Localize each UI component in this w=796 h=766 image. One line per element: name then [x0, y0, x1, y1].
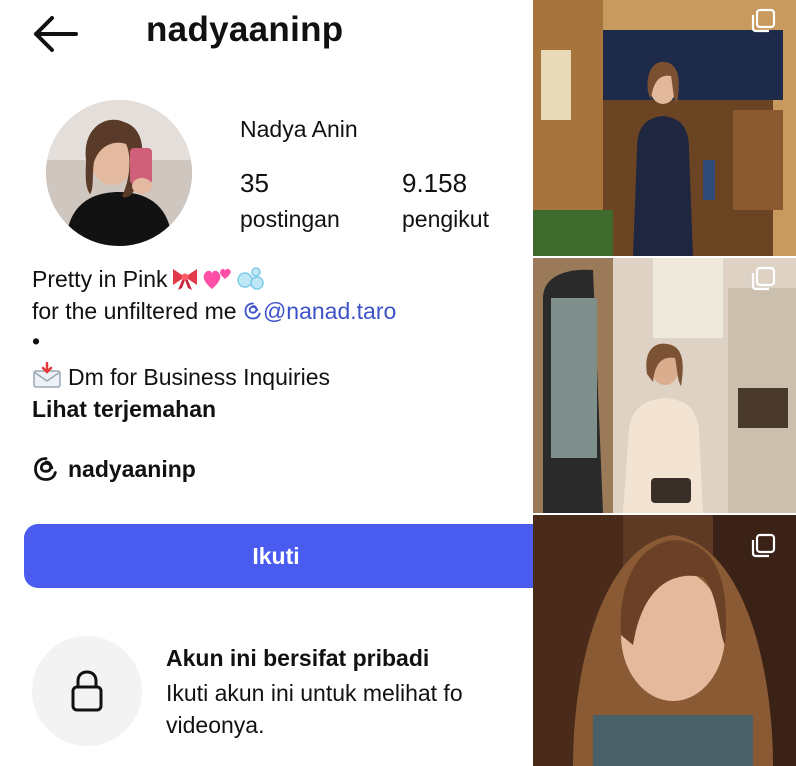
follow-button-label: Ikuti — [252, 542, 300, 569]
avatar[interactable] — [46, 100, 192, 246]
threads-profile-link[interactable]: nadyaaninp — [32, 453, 196, 485]
bubbles-emoji — [236, 266, 266, 290]
bio-line-2: for the unfiltered me @nanad.taro — [32, 298, 396, 325]
envelope-emoji — [32, 362, 62, 388]
private-account-description-2: videonya. — [166, 712, 265, 738]
two-hearts-emoji — [202, 266, 234, 290]
page-title: nadyaaninp — [146, 10, 344, 49]
see-translation-link[interactable]: Lihat terjemahan — [32, 396, 216, 423]
posts-label[interactable]: postingan — [240, 206, 340, 233]
multiple-posts-icon — [751, 266, 776, 291]
followers-count[interactable]: 9.158 — [402, 168, 467, 199]
ribbon-emoji — [170, 266, 200, 290]
display-name: Nadya Anin — [240, 116, 358, 142]
threads-icon — [34, 457, 57, 481]
bio-text: for the unfiltered me — [32, 298, 243, 324]
followers-label[interactable]: pengikut — [402, 206, 489, 233]
threads-icon — [244, 302, 261, 320]
bio-line-3: • — [32, 328, 41, 354]
multiple-posts-icon — [751, 8, 776, 33]
bio-line-1: Pretty in Pink — [32, 266, 266, 293]
private-account-title: Akun ini bersifat pribadi — [166, 645, 430, 671]
photo-restaurant-entrance — [533, 0, 796, 256]
photo-tile-2[interactable] — [533, 258, 796, 513]
arrow-left-icon — [34, 16, 78, 52]
mention-text[interactable]: @nanad.taro — [263, 298, 396, 324]
bio-text: Dm for Business Inquiries — [68, 364, 331, 390]
lock-icon — [71, 670, 103, 712]
photo-tile-1[interactable] — [533, 0, 796, 256]
threads-handle: nadyaaninp — [68, 455, 196, 482]
follow-button[interactable]: Ikuti — [24, 524, 533, 588]
mention-link[interactable]: @nanad.taro — [243, 298, 396, 324]
private-account-description: Ikuti akun ini untuk melihat fo — [166, 680, 463, 706]
bio-text: Pretty in Pink — [32, 266, 168, 292]
private-lock-badge — [32, 636, 142, 746]
multiple-posts-icon — [751, 533, 776, 558]
profile-panel: nadyaaninp Nadya Anin 35 postingan 9.158… — [0, 0, 533, 766]
back-button[interactable] — [30, 14, 82, 54]
posts-count[interactable]: 35 — [240, 168, 269, 199]
avatar-photo — [46, 100, 192, 246]
photo-cafe-doorway — [533, 258, 796, 513]
bio-line-4: Dm for Business Inquiries — [32, 362, 330, 391]
photo-tile-3[interactable] — [533, 515, 796, 766]
